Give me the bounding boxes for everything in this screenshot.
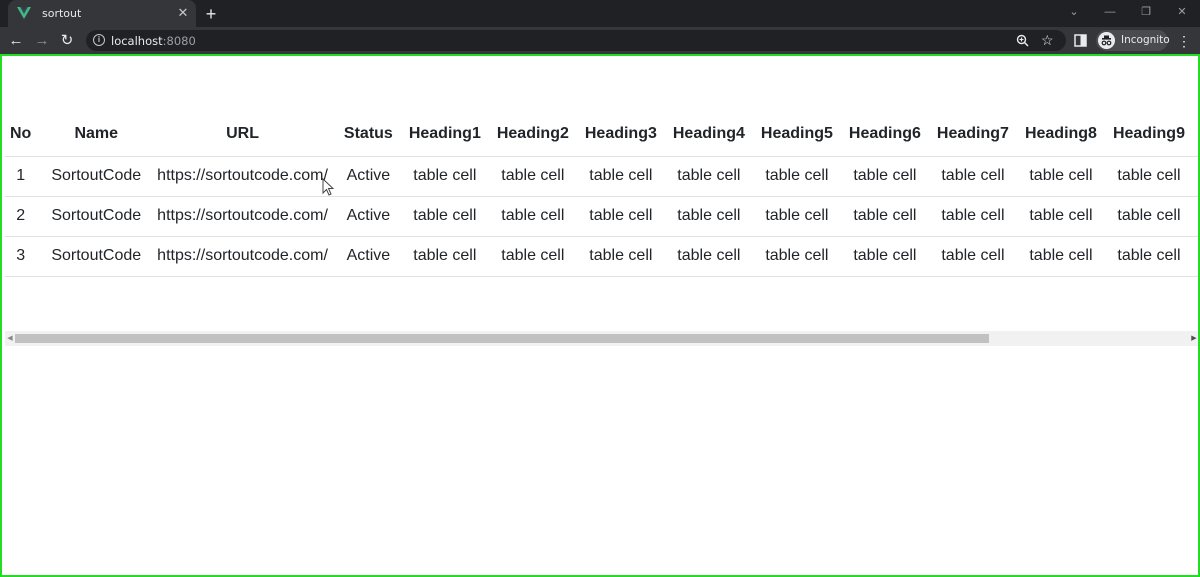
scrollbar-thumb[interactable] — [15, 334, 989, 343]
table-cell: table cell — [488, 156, 577, 197]
column-header: Heading7 — [928, 113, 1017, 157]
zoom-icon[interactable] — [1016, 34, 1029, 47]
table-cell: table cell — [928, 236, 1017, 277]
table-cell: table cell — [840, 196, 929, 237]
table-cell: 3 — [5, 236, 44, 277]
table-cell: SortoutCode — [43, 156, 150, 197]
bookmark-star-icon[interactable]: ☆ — [1041, 32, 1054, 49]
minimize-icon[interactable]: — — [1100, 4, 1120, 20]
page-viewport: No Name URL Status Heading1 Heading2 Heading3 H… — [0, 54, 1200, 577]
column-header: Heading6 — [840, 113, 929, 157]
column-header: Heading9 — [1104, 113, 1193, 157]
table-cell: table cell — [928, 196, 1017, 237]
address-bar[interactable]: i localhost:8080 ☆ — [86, 30, 1066, 51]
scroll-left-arrow-icon[interactable]: ◀ — [5, 331, 15, 346]
new-tab-button[interactable]: + — [200, 3, 222, 25]
column-header: Heading4 — [664, 113, 753, 157]
table-cell: https://sortoutcode.com/ — [149, 156, 336, 197]
column-header: Heading2 — [488, 113, 577, 157]
table-cell: table cell — [488, 196, 577, 237]
column-header: Heading8 — [1016, 113, 1105, 157]
table-cell: Active — [335, 156, 401, 197]
browser-tab[interactable]: sortout ✕ — [8, 0, 196, 27]
table-cell: table cell — [576, 196, 665, 237]
table-cell: table cell — [1104, 196, 1193, 237]
incognito-label: Incognito — [1121, 34, 1170, 46]
mouse-cursor-icon — [322, 178, 334, 196]
browser-toolbar: ← → ↻ i localhost:8080 ☆ Incognito ⋮ — [0, 27, 1200, 54]
table-cell: table cell — [928, 156, 1017, 197]
back-icon[interactable]: ← — [6, 31, 26, 51]
table-cell: Active — [335, 236, 401, 277]
table-row: 3 SortoutCode https://sortoutcode.com/Acti… — [5, 236, 1198, 277]
table-cell: table cell — [1192, 236, 1198, 277]
table-cell: table cell — [1192, 156, 1198, 197]
table-cell: table cell — [752, 196, 841, 237]
table-cell: SortoutCode — [43, 236, 150, 277]
table-cell: table cell — [752, 236, 841, 277]
table-cell: table cell — [400, 236, 489, 277]
window-close-icon[interactable]: ✕ — [1172, 4, 1192, 20]
vue-logo-icon — [17, 7, 31, 19]
column-header: Heading10 — [1192, 113, 1198, 157]
column-header: No — [5, 113, 44, 157]
column-header: Heading3 — [576, 113, 665, 157]
side-panel-icon[interactable] — [1074, 34, 1087, 47]
table-cell: table cell — [488, 236, 577, 277]
table-cell: table cell — [1016, 156, 1105, 197]
table-cell: table cell — [576, 236, 665, 277]
table-cell: table cell — [664, 196, 753, 237]
column-header: URL — [149, 113, 336, 157]
table-container[interactable]: No Name URL Status Heading1 Heading2 Heading3 H… — [5, 113, 1198, 347]
restore-icon[interactable]: ❐ — [1136, 4, 1156, 20]
column-header: Status — [335, 113, 401, 157]
url-text: localhost:8080 — [111, 34, 196, 48]
scroll-right-arrow-icon[interactable]: ▶ — [1189, 331, 1198, 346]
table-cell: https://sortoutcode.com/ — [149, 196, 336, 237]
table-cell: table cell — [576, 156, 665, 197]
horizontal-scrollbar[interactable]: ◀ ▶ — [5, 331, 1198, 346]
tab-strip: sortout ✕ + ⌄ — ❐ ✕ — [0, 0, 1200, 27]
table-cell: table cell — [1192, 196, 1198, 237]
table-cell: table cell — [840, 236, 929, 277]
table-cell: table cell — [400, 196, 489, 237]
table-cell: table cell — [840, 156, 929, 197]
table-cell: SortoutCode — [43, 196, 150, 237]
tab-title: sortout — [42, 7, 82, 20]
table-cell: table cell — [1104, 156, 1193, 197]
incognito-badge[interactable]: Incognito — [1096, 30, 1170, 51]
table-cell: table cell — [664, 156, 753, 197]
tab-close-icon[interactable]: ✕ — [175, 5, 191, 21]
reload-icon[interactable]: ↻ — [57, 31, 77, 51]
table-cell: table cell — [1016, 236, 1105, 277]
table-cell: table cell — [752, 156, 841, 197]
incognito-icon — [1098, 32, 1115, 49]
site-info-icon[interactable]: i — [93, 34, 105, 46]
table-cell: table cell — [400, 156, 489, 197]
table-cell: table cell — [1104, 236, 1193, 277]
column-header: Heading5 — [752, 113, 841, 157]
table-header-row: No Name URL Status Heading1 Heading2 Heading3 H… — [5, 113, 1198, 157]
table-cell: Active — [335, 196, 401, 237]
menu-kebab-icon[interactable]: ⋮ — [1174, 31, 1194, 51]
table-row: 1 SortoutCode https://sortoutcode.com/Acti… — [5, 156, 1198, 197]
column-header: Heading1 — [400, 113, 489, 157]
table-cell: table cell — [1016, 196, 1105, 237]
column-header: Name — [43, 113, 150, 157]
forward-icon[interactable]: → — [32, 31, 52, 51]
table-cell: 2 — [5, 196, 44, 237]
table-cell: table cell — [664, 236, 753, 277]
tab-search-icon[interactable]: ⌄ — [1064, 4, 1084, 20]
data-table: No Name URL Status Heading1 Heading2 Heading3 H… — [5, 113, 1198, 277]
table-cell: 1 — [5, 156, 44, 197]
table-cell: https://sortoutcode.com/ — [149, 236, 336, 277]
table-row: 2 SortoutCode https://sortoutcode.com/Acti… — [5, 196, 1198, 237]
